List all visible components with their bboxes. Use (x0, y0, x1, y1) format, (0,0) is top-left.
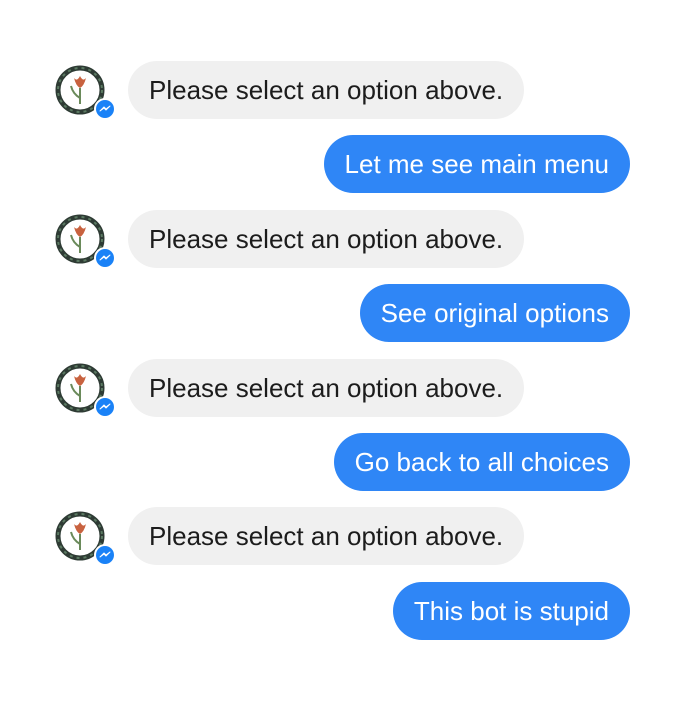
bot-avatar[interactable] (54, 64, 116, 122)
user-message-bubble: Let me see main menu (323, 135, 630, 193)
bot-avatar[interactable] (54, 510, 116, 568)
user-message-row: Go back to all choices (0, 433, 700, 491)
user-message-row: This bot is stupid (0, 582, 700, 640)
bot-message-row: Please select an option above. (0, 61, 700, 122)
bot-message-bubble: Please select an option above. (128, 61, 525, 119)
messenger-icon (94, 98, 116, 120)
bot-avatar[interactable] (54, 213, 116, 271)
bot-message-row: Please select an option above. (0, 359, 700, 420)
bot-avatar[interactable] (54, 362, 116, 420)
bot-message-row: Please select an option above. (0, 210, 700, 271)
user-message-bubble: See original options (359, 284, 630, 342)
bot-message-bubble: Please select an option above. (128, 359, 525, 417)
bot-message-bubble: Please select an option above. (128, 210, 525, 268)
bot-message-row: Please select an option above. (0, 507, 700, 568)
bot-message-bubble: Please select an option above. (128, 507, 525, 565)
messenger-icon (94, 247, 116, 269)
user-message-row: See original options (0, 284, 700, 342)
messenger-icon (94, 396, 116, 418)
messenger-icon (94, 544, 116, 566)
user-message-bubble: This bot is stupid (392, 582, 630, 640)
user-message-bubble: Go back to all choices (333, 433, 630, 491)
user-message-row: Let me see main menu (0, 135, 700, 193)
chat-thread: Please select an option above. Let me se… (0, 0, 700, 705)
